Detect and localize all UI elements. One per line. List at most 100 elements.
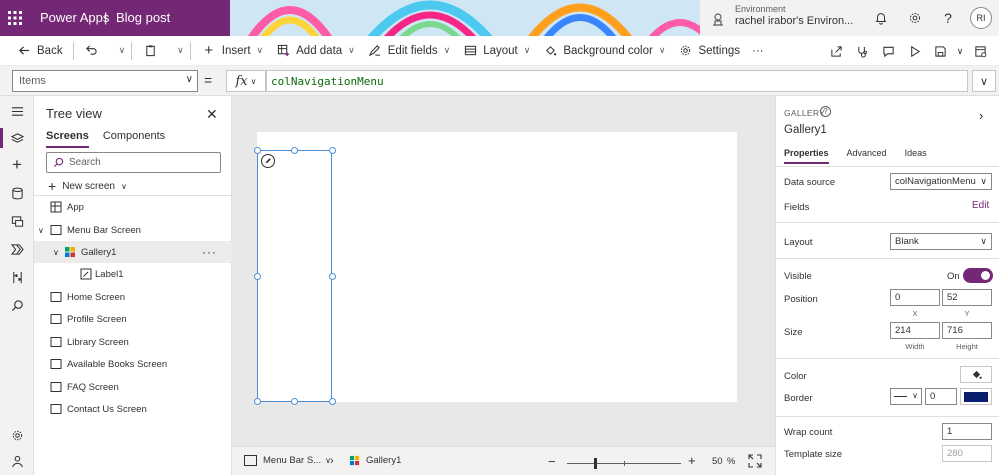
control-name[interactable]: Gallery1 [784,124,827,136]
fx-button[interactable]: fx ∨ [226,70,266,92]
save-icon[interactable] [927,36,953,66]
resize-handle[interactable] [291,147,298,154]
zoom-slider-thumb[interactable] [594,458,597,469]
resize-handle[interactable] [254,147,261,154]
tree-node-faq-screen[interactable]: FAQ Screen [34,376,232,398]
size-label: Size [784,327,803,338]
formula-input[interactable]: colNavigationMenu [266,70,968,92]
settings-button[interactable]: Settings [671,36,746,66]
zoom-out-button[interactable]: − [548,454,556,469]
save-dropdown[interactable]: ∨ [953,36,967,66]
template-size-input[interactable]: 280 [942,445,992,462]
pencil-icon[interactable] [261,154,275,168]
breadcrumb-screen[interactable]: Menu Bar S... ∨ [244,455,331,466]
position-y-input[interactable]: 52 [942,289,992,306]
comments-icon[interactable] [875,36,901,66]
hamburger-icon[interactable] [8,102,26,120]
help-icon[interactable]: ? [939,9,957,27]
screen-artboard[interactable] [254,132,737,405]
waffle-icon[interactable] [0,0,30,36]
data-source-dropdown[interactable]: colNavigationMenu ∨ [890,173,992,190]
paste-dropdown[interactable]: ∨ [169,36,186,66]
paste-button[interactable] [136,36,169,66]
tree-node-library-screen[interactable]: Library Screen [34,331,232,353]
advanced-tools-icon[interactable] [8,268,26,286]
insert-rail-icon[interactable]: + [8,155,26,174]
play-icon[interactable] [901,36,927,66]
tree-node-available-books-screen[interactable]: Available Books Screen [34,353,232,375]
size-height-input[interactable]: 716 [942,322,992,339]
gallery-selection[interactable] [254,147,336,405]
size-width-input[interactable]: 214 [890,322,940,339]
tree-node-gallery1[interactable]: ∨ Gallery1 ··· [34,241,232,263]
border-color-button[interactable] [960,388,992,405]
visible-toggle[interactable] [963,268,993,283]
tree-search-input[interactable]: Search [46,152,221,173]
expand-formula-button[interactable]: ∨ [972,70,996,92]
design-canvas[interactable] [232,96,775,446]
border-style-dropdown[interactable]: ∨ [890,388,922,405]
layout-button[interactable]: Layout ∨ [456,36,536,66]
help-icon[interactable]: ? [820,106,831,117]
virtual-agent-icon[interactable] [8,452,26,470]
insert-button[interactable]: + Insert ∨ [195,36,269,66]
more-commands-button[interactable]: ··· [746,36,770,66]
app-checker-icon[interactable] [849,36,875,66]
share-icon[interactable] [823,36,849,66]
tab-ideas[interactable]: Ideas [905,148,927,164]
new-screen-button[interactable]: + New screen ∨ [48,178,127,194]
app-name[interactable]: Power Apps [40,10,109,25]
tree-node-label1[interactable]: Label1 [34,263,232,285]
back-button[interactable]: Back [10,36,69,66]
undo-dropdown[interactable]: ∨ [111,36,128,66]
undo-button[interactable] [78,36,111,66]
bell-icon[interactable] [872,9,890,27]
tree-node-contact-us-screen[interactable]: Contact Us Screen [34,398,232,420]
fit-to-window-icon[interactable] [748,454,762,468]
gear-icon[interactable] [906,9,924,27]
border-width-input[interactable]: 0 [925,388,957,405]
avatar[interactable]: RI [970,7,992,29]
fields-edit-link[interactable]: Edit [972,200,989,211]
resize-handle[interactable] [254,273,261,280]
add-data-button[interactable]: Add data ∨ [269,36,361,66]
breadcrumb-control[interactable]: Gallery1 [349,455,401,466]
tree-node-app[interactable]: App [34,196,232,218]
tab-components[interactable]: Components [103,130,165,148]
tab-properties[interactable]: Properties [784,148,829,164]
color-picker-button[interactable] [960,366,992,383]
search-icon[interactable] [8,296,26,314]
resize-handle[interactable] [329,273,336,280]
chevron-right-icon[interactable]: › [979,108,983,123]
edit-fields-button[interactable]: Edit fields ∨ [361,36,456,66]
resize-handle[interactable] [291,398,298,405]
environment-picker[interactable]: rachel irabor's Environ... [735,15,853,27]
position-x-input[interactable]: 0 [890,289,940,306]
data-icon[interactable] [8,184,26,202]
settings-rail-icon[interactable] [8,426,26,444]
tree-node-menu-bar-screen[interactable]: ∨ Menu Bar Screen [34,219,232,241]
tab-screens[interactable]: Screens [46,130,89,148]
zoom-in-button[interactable]: + [688,453,696,468]
resize-handle[interactable] [329,398,336,405]
close-icon[interactable]: ✕ [206,106,218,123]
chevron-down-icon[interactable]: ∨ [38,226,44,235]
more-options-button[interactable]: ··· [202,245,217,259]
layers-icon[interactable] [8,129,26,147]
background-color-button[interactable]: Background color ∨ [536,36,671,66]
publish-icon[interactable] [967,36,993,66]
tab-advanced[interactable]: Advanced [847,148,887,164]
zoom-value[interactable]: 50 [712,456,723,467]
power-automate-icon[interactable] [8,240,26,258]
tree-node-home-screen[interactable]: Home Screen [34,286,232,308]
wrap-count-input[interactable]: 1 [942,423,992,440]
document-name[interactable]: Blog post [116,10,170,25]
layout-dropdown[interactable]: Blank ∨ [890,233,992,250]
media-icon[interactable] [8,212,26,230]
x-label: X [912,309,918,318]
resize-handle[interactable] [254,398,261,405]
tree-node-profile-screen[interactable]: Profile Screen [34,308,232,330]
resize-handle[interactable] [329,147,336,154]
property-dropdown[interactable]: Items ∨ [12,70,198,92]
chevron-down-icon[interactable]: ∨ [53,248,59,257]
